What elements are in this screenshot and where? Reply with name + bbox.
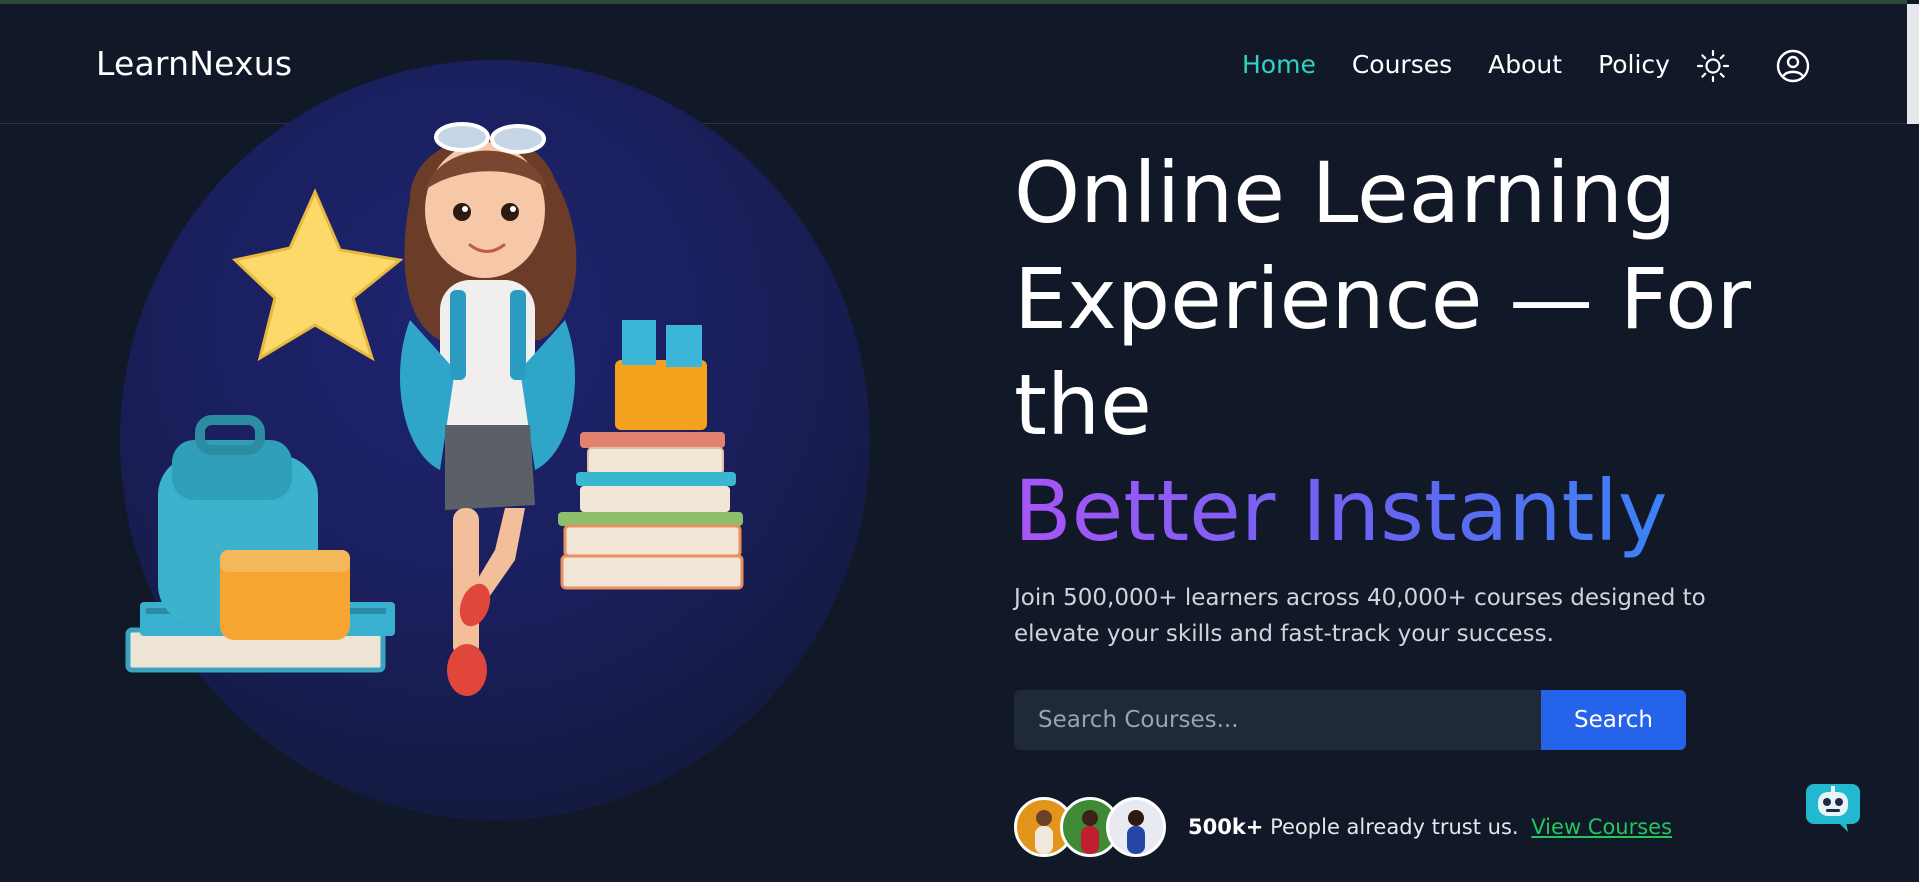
avatar-group [1014, 797, 1166, 857]
hero-title-line-1: Online Learning [1014, 144, 1677, 242]
avatar [1106, 797, 1166, 857]
girl-character [400, 122, 577, 696]
hero-title: Online Learning Experience — For the Bet… [1014, 140, 1794, 564]
nav-link-about[interactable]: About [1488, 50, 1562, 79]
sun-icon[interactable] [1695, 48, 1731, 84]
hero-title-line-2: Experience — For [1014, 250, 1752, 348]
trust-message: People already trust us. [1270, 815, 1519, 839]
nav-link-courses[interactable]: Courses [1352, 50, 1452, 79]
nav-link-policy[interactable]: Policy [1598, 50, 1670, 79]
nav-link-home[interactable]: Home [1242, 50, 1316, 79]
backpack [158, 415, 350, 640]
trust-count: 500k+ [1188, 815, 1264, 839]
hero-subtitle: Join 500,000+ learners across 40,000+ co… [1014, 585, 1706, 647]
scrollbar-thumb[interactable] [1907, 4, 1919, 124]
nav-links: Home Courses About Policy [1242, 50, 1706, 79]
navbar: LearnNexus Home Courses About Policy [0, 4, 1907, 124]
scrollbar-track[interactable] [1907, 0, 1919, 882]
user-circle-icon[interactable] [1775, 48, 1811, 84]
course-search-input[interactable] [1014, 690, 1541, 750]
search-button[interactable]: Search [1541, 690, 1686, 750]
trust-row: 500k+ People already trust us. View Cour… [1014, 796, 1672, 858]
hero-illustration [125, 122, 744, 696]
hero-title-accent: Better Instantly [1014, 458, 1668, 564]
course-search-form: Search [1014, 690, 1686, 750]
hero-title-line-3: the [1014, 356, 1152, 454]
view-courses-link[interactable]: View Courses [1531, 815, 1672, 839]
trust-text: 500k+ People already trust us. View Cour… [1188, 815, 1672, 839]
brand-logo[interactable]: LearnNexus [96, 44, 292, 83]
chatbot-icon[interactable] [1804, 782, 1862, 834]
star-shape [231, 188, 404, 362]
right-books [558, 320, 744, 590]
